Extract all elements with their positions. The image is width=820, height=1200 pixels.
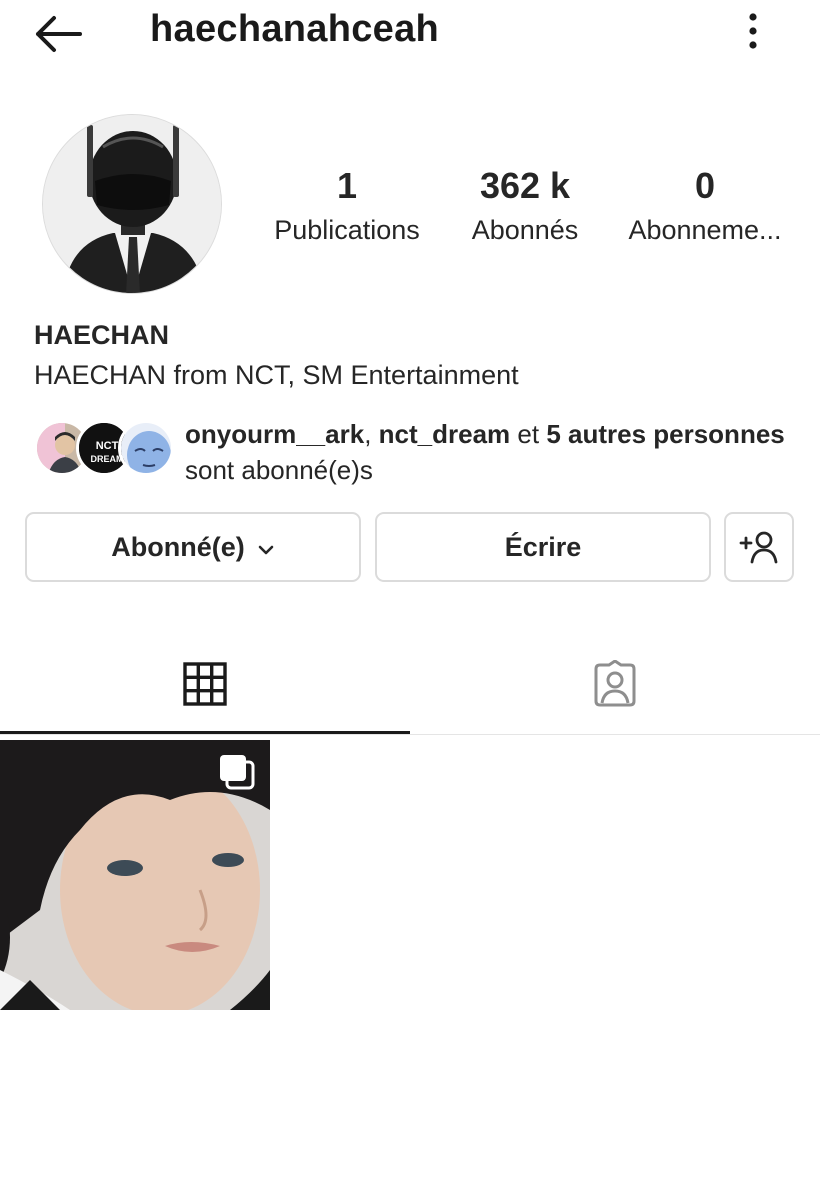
following-button[interactable]: Abonné(e): [25, 512, 361, 582]
followers-count-label: Abonnés: [471, 215, 579, 245]
profile-username: haechanahceah: [150, 8, 440, 50]
more-options-button[interactable]: [738, 12, 768, 52]
mutual-separator: ,: [364, 419, 372, 449]
following-count-label: Abonneme...: [628, 215, 782, 245]
mutual-user-1[interactable]: onyourm__ark: [185, 419, 364, 449]
post-thumbnail[interactable]: [0, 740, 270, 1010]
followers-count[interactable]: 362 k Abonnés: [430, 164, 620, 250]
svg-text:NCT: NCT: [96, 440, 119, 452]
mutual-followers-avatars[interactable]: NCT DREAM: [34, 420, 174, 476]
mutual-suffix: sont abonné(e)s: [185, 455, 373, 485]
following-count[interactable]: 0 Abonneme...: [610, 164, 800, 250]
posts-count-value: 1: [336, 165, 358, 206]
profile-avatar[interactable]: [42, 114, 222, 294]
chevron-down-icon: [257, 532, 275, 563]
avatar-image: [43, 115, 221, 293]
mutual-connector: et: [517, 419, 540, 449]
more-vertical-icon: [749, 13, 757, 49]
tab-tagged[interactable]: [410, 640, 820, 734]
following-button-label: Abonné(e): [111, 531, 245, 562]
following-count-value: 0: [694, 165, 716, 206]
profile-page: haechanahceah 1 Publications 362 k Abonn…: [0, 0, 820, 1200]
suggested-users-button[interactable]: [724, 512, 794, 582]
mutual-followers-text[interactable]: onyourm__ark, nct_dream et 5 autres pers…: [185, 416, 785, 488]
grid-icon: [183, 662, 227, 706]
profile-bio: HAECHAN from NCT, SM Entertainment: [34, 360, 519, 390]
tab-divider: [0, 734, 820, 735]
tagged-person-icon: [594, 660, 636, 707]
profile-full-name: HAECHAN: [34, 320, 169, 350]
arrow-left-icon: [36, 16, 82, 52]
mutual-avatar-3: [118, 420, 174, 476]
post-image: [0, 740, 270, 1010]
posts-count[interactable]: 1 Publications: [252, 164, 442, 250]
tab-posts-grid[interactable]: [0, 640, 410, 734]
message-button[interactable]: Écrire: [375, 512, 711, 582]
back-button[interactable]: [30, 12, 86, 56]
followers-count-value: 362 k: [479, 165, 571, 206]
add-user-icon: [739, 531, 778, 564]
posts-count-label: Publications: [274, 215, 420, 245]
mutual-user-2[interactable]: nct_dream: [379, 419, 511, 449]
top-bar: haechanahceah: [0, 0, 820, 64]
message-button-label: Écrire: [504, 531, 582, 562]
mutual-others[interactable]: 5 autres personnes: [546, 419, 784, 449]
